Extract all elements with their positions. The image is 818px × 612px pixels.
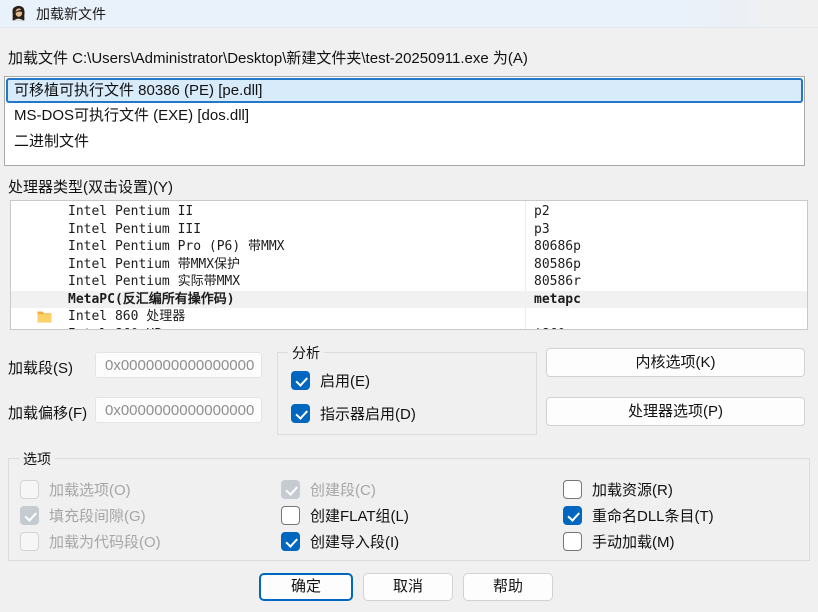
kernel-options-button[interactable]: 内核选项(K): [546, 348, 805, 377]
analysis-enabled-checkbox[interactable]: 启用(E): [291, 371, 370, 390]
checkbox-icon: [20, 532, 39, 551]
ida-portrait-icon: [10, 5, 27, 22]
load-as-code-segment-checkbox: 加载为代码段(O): [20, 532, 161, 551]
processor-row[interactable]: Intel Pentium II p2: [11, 203, 807, 221]
analysis-indicator-checkbox[interactable]: 指示器启用(D): [291, 404, 416, 423]
ok-button[interactable]: 确定: [259, 573, 353, 601]
options-group-title: 选项: [19, 449, 55, 469]
checkbox-checked-icon: [281, 480, 300, 499]
analysis-group-title: 分析: [288, 343, 324, 363]
create-imports-segment-checkbox[interactable]: 创建导入段(I): [281, 532, 399, 551]
load-segment-label: 加载段(S): [8, 357, 73, 378]
checkbox-checked-icon[interactable]: [291, 404, 310, 423]
load-segment-input[interactable]: [95, 352, 262, 378]
checkbox-checked-icon[interactable]: [563, 506, 582, 525]
processor-row[interactable]: Intel Pentium 带MMX保护 80586p: [11, 256, 807, 274]
processor-options-button[interactable]: 处理器选项(P): [546, 397, 805, 426]
processor-type-list[interactable]: Intel Pentium II p2 Intel Pentium III p3…: [10, 200, 808, 330]
processor-type-label: 处理器类型(双击设置)(Y): [8, 176, 173, 197]
processor-row[interactable]: Intel Pentium III p3: [11, 221, 807, 239]
checkbox-icon[interactable]: [281, 506, 300, 525]
help-button[interactable]: 帮助: [463, 573, 553, 601]
processor-row-metapc-selected[interactable]: MetaPC(反汇编所有操作码) metapc: [11, 291, 807, 309]
file-type-option-binary[interactable]: 二进制文件: [5, 129, 804, 155]
cancel-button[interactable]: 取消: [363, 573, 453, 601]
checkbox-checked-icon[interactable]: [291, 371, 310, 390]
create-segments-checkbox: 创建段(C): [281, 480, 376, 499]
load-new-file-dialog: 加载新文件 加载文件 C:\Users\Administrator\Deskto…: [0, 0, 818, 612]
title-bar: 加载新文件: [0, 0, 818, 28]
file-type-listbox[interactable]: 可移植可执行文件 80386 (PE) [pe.dll] MS-DOS可执行文件…: [4, 76, 805, 166]
checkbox-icon[interactable]: [563, 480, 582, 499]
manual-load-checkbox[interactable]: 手动加载(M): [563, 532, 675, 551]
processor-row[interactable]: Intel Pentium 实际带MMX 80586r: [11, 273, 807, 291]
rename-dll-entries-checkbox[interactable]: 重命名DLL条目(T): [563, 506, 714, 525]
file-type-option-msdos[interactable]: MS-DOS可执行文件 (EXE) [dos.dll]: [5, 103, 804, 129]
load-offset-label: 加载偏移(F): [8, 402, 87, 423]
load-options-checkbox: 加载选项(O): [20, 480, 131, 499]
file-prompt-label: 加载文件 C:\Users\Administrator\Desktop\新建文件…: [8, 47, 528, 68]
load-resources-checkbox[interactable]: 加载资源(R): [563, 480, 673, 499]
checkbox-checked-icon[interactable]: [281, 532, 300, 551]
checkbox-icon: [20, 480, 39, 499]
load-offset-input[interactable]: [95, 397, 262, 423]
processor-row-folder[interactable]: Intel 860 处理器: [11, 308, 807, 326]
create-flat-group-checkbox[interactable]: 创建FLAT组(L): [281, 506, 409, 525]
fill-segment-gaps-checkbox: 填充段间隙(G): [20, 506, 146, 525]
processor-row[interactable]: Intel Pentium Pro (P6) 带MMX 80686p: [11, 238, 807, 256]
window-title: 加载新文件: [36, 4, 106, 24]
processor-row-clipped[interactable]: Intel 860 XP i860xp: [11, 326, 807, 331]
checkbox-icon[interactable]: [563, 532, 582, 551]
checkbox-checked-icon: [20, 506, 39, 525]
file-type-option-pe[interactable]: 可移植可执行文件 80386 (PE) [pe.dll]: [6, 78, 803, 103]
